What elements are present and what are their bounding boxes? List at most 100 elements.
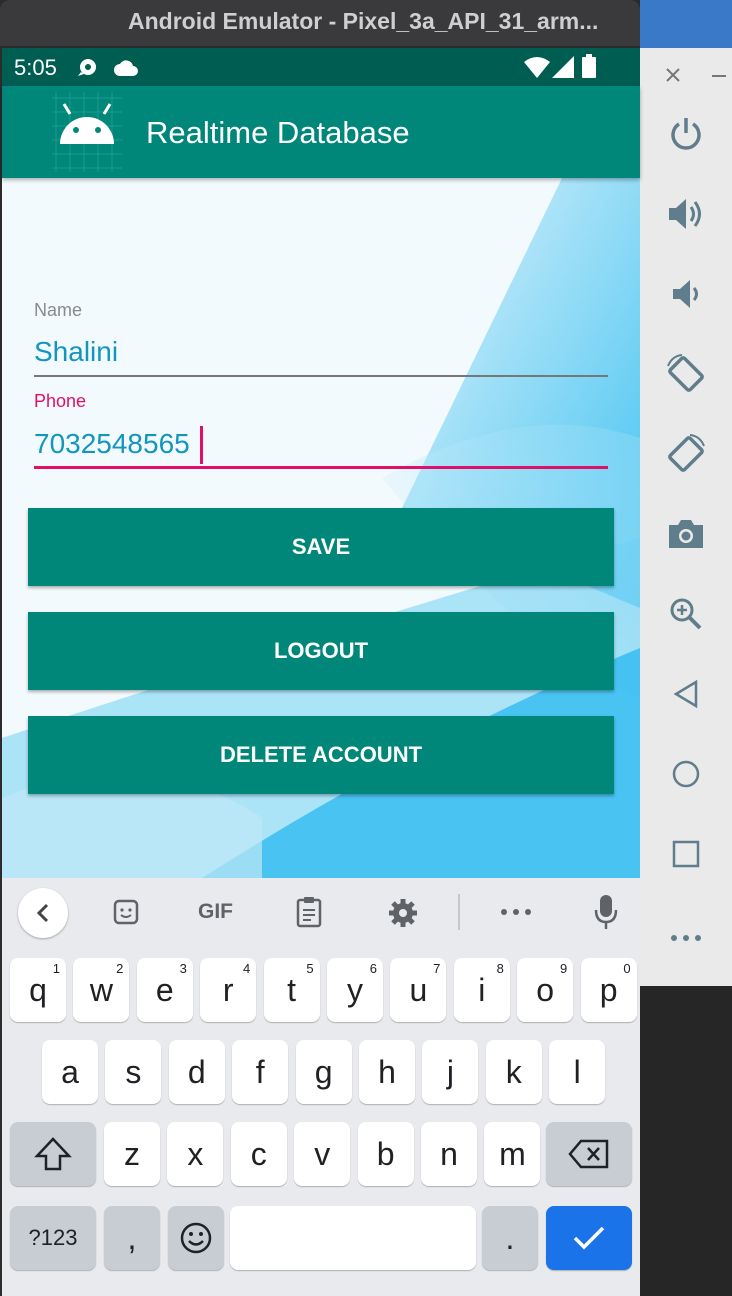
rotate-right-icon [668, 434, 705, 472]
close-icon[interactable] [666, 68, 680, 82]
enter-key[interactable] [546, 1206, 632, 1270]
key-number-hint: 0 [623, 961, 631, 976]
rotate-left-button[interactable] [640, 344, 732, 404]
phone-field[interactable]: 7032548565 [34, 428, 190, 460]
more-options-icon[interactable] [500, 908, 532, 916]
save-button[interactable]: SAVE [28, 508, 614, 586]
key-label: t [287, 971, 297, 1008]
home-button[interactable] [640, 744, 732, 804]
key-label: g [314, 1053, 333, 1090]
key-w[interactable]: w2 [73, 958, 130, 1022]
key-k[interactable]: k [485, 1040, 542, 1104]
key-label: x [187, 1135, 204, 1172]
logout-button[interactable]: LOGOUT [28, 612, 614, 690]
desktop-background [640, 0, 732, 48]
app-bar: Realtime Database [2, 86, 640, 178]
key-f[interactable]: f [232, 1040, 289, 1104]
symbols-key[interactable]: ?123 [10, 1206, 96, 1270]
key-label: s [125, 1053, 142, 1090]
key-m[interactable]: m [484, 1122, 541, 1186]
battery-icon [582, 54, 596, 78]
key-label: v [314, 1135, 331, 1172]
delete-account-button[interactable]: DELETE ACCOUNT [28, 716, 614, 794]
key-l[interactable]: l [549, 1040, 606, 1104]
key-e[interactable]: e3 [136, 958, 193, 1022]
gif-button[interactable]: GIF [198, 900, 233, 924]
key-g[interactable]: g [295, 1040, 352, 1104]
notification-icon [78, 59, 96, 76]
key-number-hint: 1 [52, 961, 60, 976]
key-n[interactable]: n [421, 1122, 477, 1186]
period-key[interactable]: . [482, 1206, 538, 1270]
camera-icon [669, 520, 703, 548]
key-j[interactable]: j [422, 1040, 479, 1104]
key-label: p [599, 971, 618, 1008]
key-label: b [376, 1135, 395, 1172]
name-label: Name [34, 300, 83, 320]
cloud-icon [114, 60, 138, 76]
key-z[interactable]: z [104, 1122, 160, 1186]
key-x[interactable]: x [167, 1122, 224, 1186]
extended-controls-button[interactable] [640, 908, 732, 968]
key-c[interactable]: c [230, 1122, 287, 1186]
key-r[interactable]: r4 [200, 958, 257, 1022]
phone-label: Phone [34, 391, 87, 411]
key-number-hint: 9 [559, 961, 568, 976]
key-o[interactable]: o9 [517, 958, 574, 1022]
key-label: r [222, 971, 234, 1008]
key-h[interactable]: h [359, 1040, 415, 1104]
key-s[interactable]: s [105, 1040, 162, 1104]
keyboard-collapse-button[interactable] [18, 888, 68, 938]
backspace-key[interactable] [546, 1122, 632, 1186]
volume-down-button[interactable] [640, 264, 732, 324]
key-d[interactable]: d [168, 1040, 225, 1104]
comma-key[interactable]: , [104, 1206, 160, 1270]
key-i[interactable]: i8 [453, 958, 510, 1022]
key-label: d [187, 1053, 206, 1090]
emulator-side-panel [640, 48, 732, 986]
back-button[interactable] [640, 664, 732, 724]
window-title: Android Emulator - Pixel_3a_API_31_arm..… [128, 8, 599, 34]
key-label: z [124, 1135, 140, 1172]
emoji-key[interactable] [168, 1206, 224, 1270]
android-logo-icon [52, 92, 122, 172]
key-b[interactable]: b [357, 1122, 414, 1186]
volume-up-icon [669, 199, 701, 229]
name-field-underline [34, 375, 608, 377]
zoom-button[interactable] [640, 584, 732, 644]
key-number-hint: 5 [306, 961, 314, 976]
screenshot-button[interactable] [640, 504, 732, 564]
text-cursor [200, 426, 203, 464]
key-label: i [478, 971, 486, 1008]
desktop-background-bottom [640, 986, 732, 1296]
key-number-hint: 2 [116, 961, 124, 976]
key-q[interactable]: q1 [10, 958, 66, 1022]
clipboard-icon[interactable] [296, 896, 322, 928]
key-label: c [250, 1135, 267, 1172]
space-key[interactable] [230, 1206, 476, 1270]
settings-gear-icon[interactable] [388, 898, 418, 928]
key-u[interactable]: u7 [390, 958, 447, 1022]
key-v[interactable]: v [294, 1122, 351, 1186]
key-number-hint: 6 [369, 961, 377, 976]
volume-up-button[interactable] [640, 184, 732, 244]
key-label: y [347, 971, 363, 1008]
key-t[interactable]: t5 [263, 958, 320, 1022]
signal-icon [552, 56, 574, 78]
key-label: o [536, 971, 555, 1008]
microphone-icon[interactable] [594, 894, 618, 930]
name-field[interactable]: Shalini [34, 336, 118, 368]
overview-button[interactable] [640, 824, 732, 884]
shift-key[interactable] [10, 1122, 96, 1186]
status-time: 5:05 [14, 55, 57, 80]
back-triangle-icon [673, 679, 698, 709]
minimize-icon[interactable] [712, 74, 726, 78]
key-a[interactable]: a [42, 1040, 98, 1104]
sticker-icon[interactable] [112, 898, 140, 926]
power-button[interactable] [640, 104, 732, 164]
wifi-icon [524, 57, 550, 78]
emulator-title-bar: Android Emulator - Pixel_3a_API_31_arm..… [0, 0, 640, 46]
rotate-right-button[interactable] [640, 424, 732, 484]
key-y[interactable]: y6 [327, 958, 383, 1022]
key-p[interactable]: p0 [580, 958, 637, 1022]
